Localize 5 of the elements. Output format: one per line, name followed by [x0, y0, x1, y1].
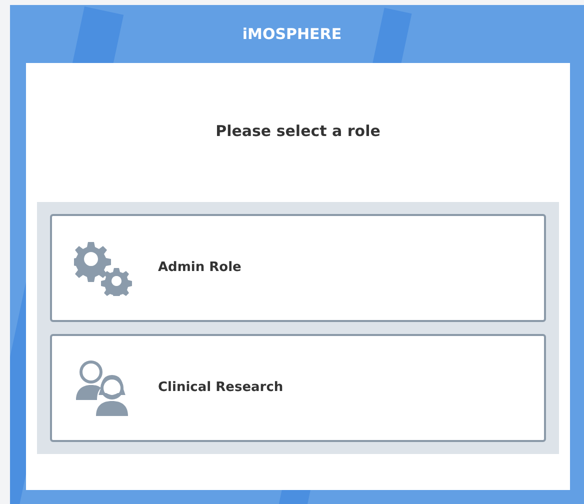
dialog-title: Please select a role	[216, 121, 380, 142]
logo-text: iMOSPHERE	[242, 24, 342, 45]
role-option[interactable]: Clinical Research	[50, 334, 546, 442]
gears-icon	[74, 240, 134, 296]
role-option[interactable]: Admin Role	[50, 214, 546, 322]
